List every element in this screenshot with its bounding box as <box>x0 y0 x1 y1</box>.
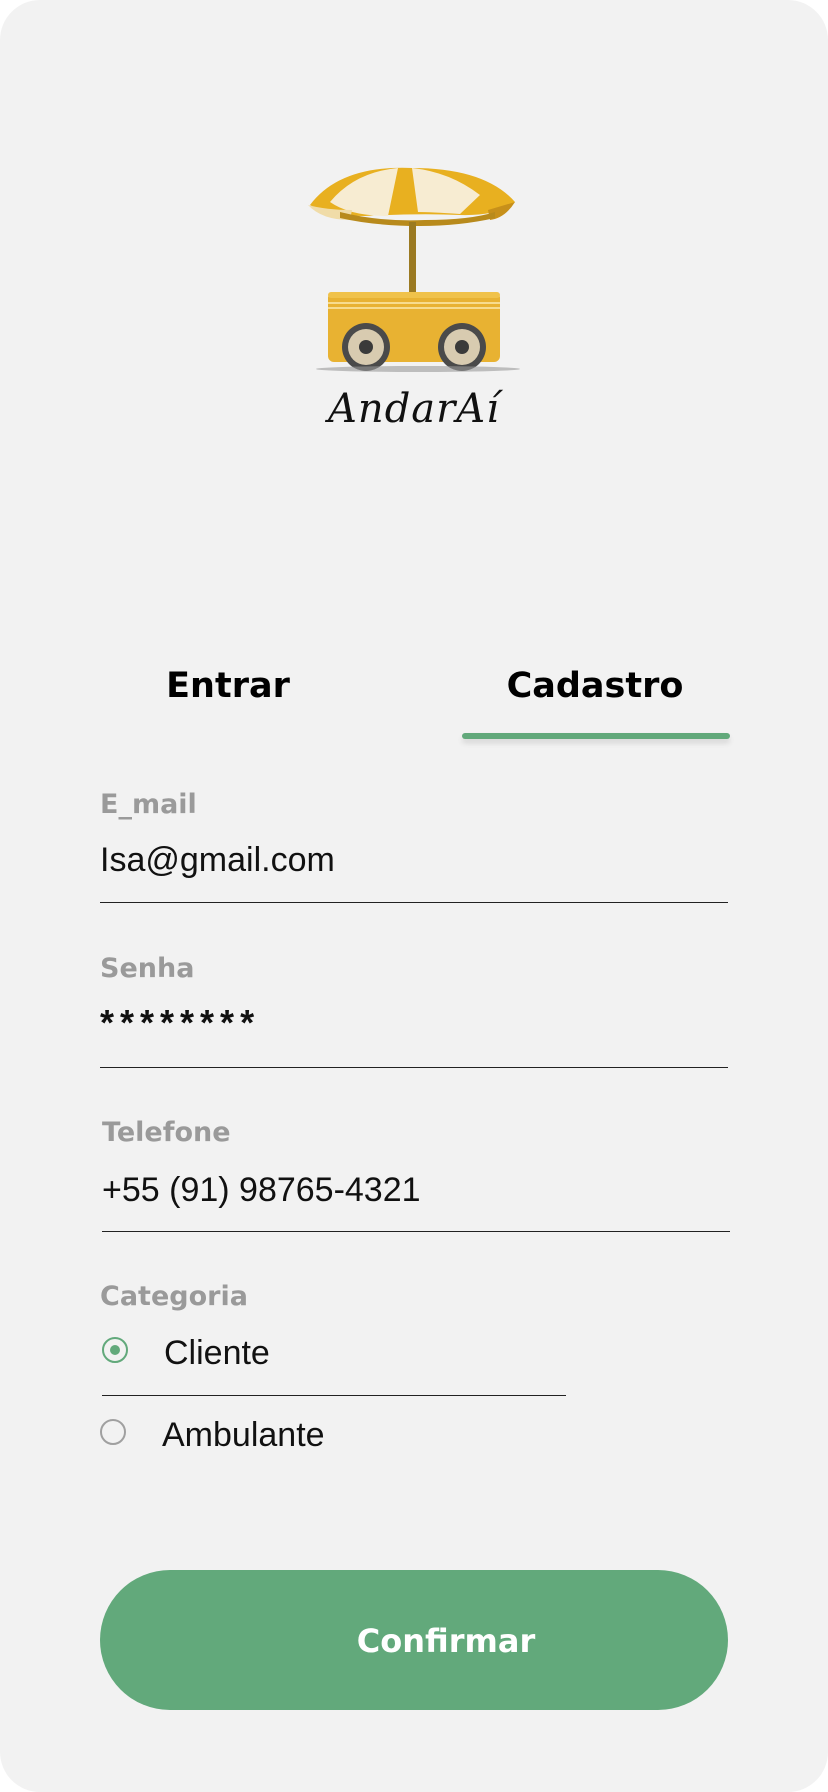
brand-name: AndarAí <box>328 386 500 432</box>
active-tab-indicator <box>462 733 730 739</box>
phone-field[interactable] <box>102 1171 722 1210</box>
signup-screen: AndarAí Entrar Cadastro E_mail Senha Tel… <box>0 0 828 1792</box>
phone-label: Telefone <box>102 1117 231 1148</box>
confirm-button[interactable]: Confirmar <box>100 1570 728 1710</box>
phone-underline <box>102 1231 730 1232</box>
email-label: E_mail <box>100 789 197 820</box>
tab-cadastro[interactable]: Cadastro <box>488 658 702 714</box>
email-underline <box>100 902 728 903</box>
category-divider <box>102 1395 566 1396</box>
tab-entrar[interactable]: Entrar <box>128 658 328 714</box>
radio-cliente[interactable] <box>102 1337 128 1363</box>
email-field[interactable] <box>100 841 720 880</box>
password-underline <box>100 1067 728 1068</box>
category-label: Categoria <box>100 1281 248 1312</box>
umbrella-cart-icon <box>308 167 520 372</box>
password-field[interactable] <box>100 1002 720 1044</box>
password-label: Senha <box>100 953 195 984</box>
radio-label-cliente[interactable]: Cliente <box>164 1334 270 1373</box>
radio-label-ambulante[interactable]: Ambulante <box>162 1416 325 1455</box>
radio-ambulante[interactable] <box>100 1419 126 1445</box>
